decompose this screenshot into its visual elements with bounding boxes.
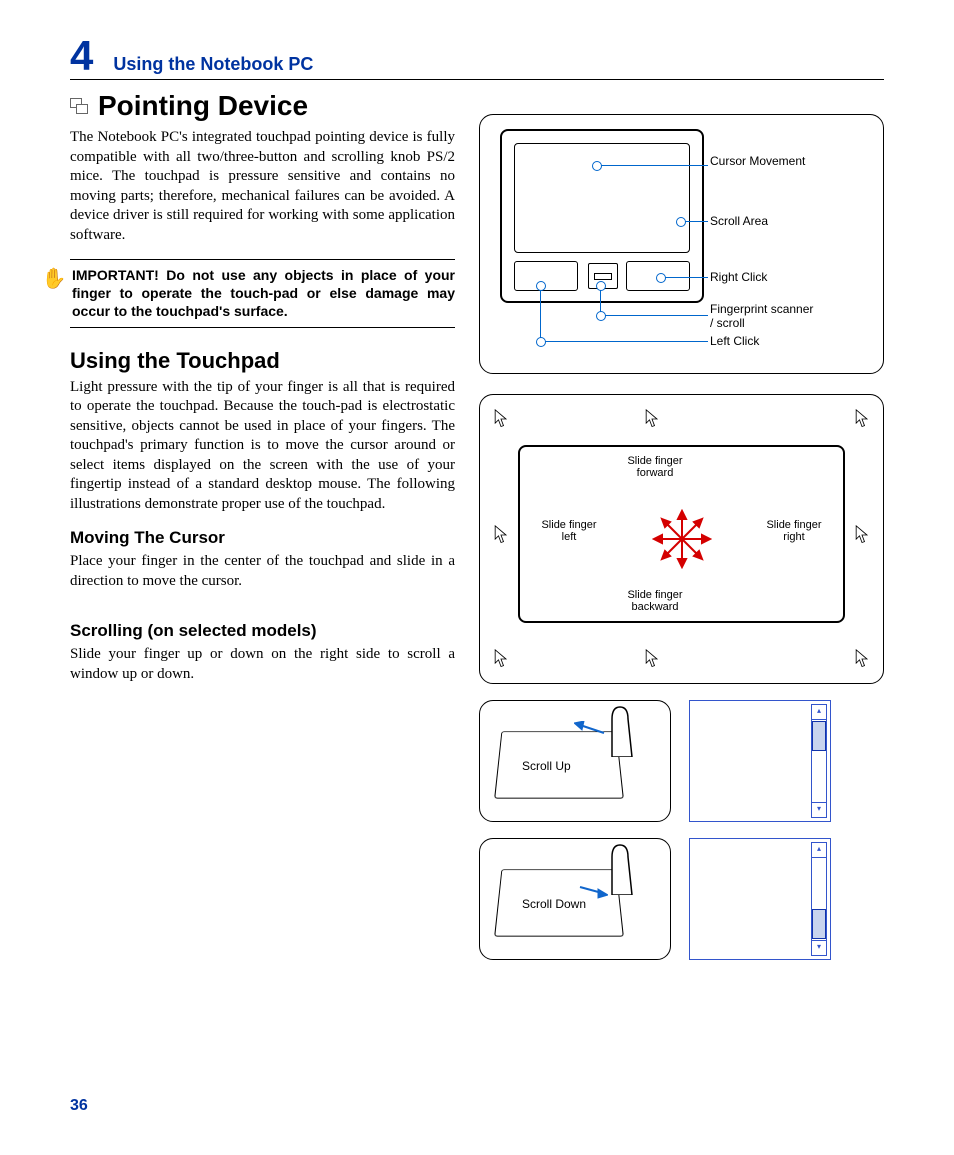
manual-page: 4 Using the Notebook PC Pointing Device … xyxy=(0,0,954,1155)
figure-column: Cursor Movement Scroll Area Right Click … xyxy=(479,86,884,960)
cursor-icon xyxy=(494,525,508,545)
callout-line xyxy=(540,341,708,342)
intro-paragraph: The Notebook PC's integrated touchpad po… xyxy=(70,128,455,245)
moving-cursor-body: Place your finger in the center of the t… xyxy=(70,552,455,591)
scroll-down-button: ▾ xyxy=(811,802,827,818)
label-right-click: Right Click xyxy=(710,271,820,285)
cursor-icon xyxy=(494,649,508,669)
direction-arrows-icon xyxy=(652,509,712,569)
scrollbar-thumb xyxy=(812,721,826,751)
moving-cursor-heading: Moving The Cursor xyxy=(70,528,455,548)
cursor-icon xyxy=(494,409,508,429)
scrolling-body: Slide your finger up or down on the righ… xyxy=(70,645,455,684)
label-scroll-down: Scroll Down xyxy=(522,897,586,911)
scrollbar-preview-down: ▴ ▾ xyxy=(689,838,831,960)
chapter-header: 4 Using the Notebook PC xyxy=(70,35,884,80)
touchpad-surface xyxy=(514,143,690,253)
callout-line xyxy=(596,165,708,166)
left-button xyxy=(514,261,578,291)
callout-line xyxy=(600,315,708,316)
using-touchpad-body: Light pressure with the tip of your fing… xyxy=(70,378,455,515)
callout-line xyxy=(660,277,708,278)
callout-line xyxy=(680,221,708,222)
label-forward: Slide finger forward xyxy=(620,455,690,479)
finger-icon xyxy=(602,701,642,757)
important-text: IMPORTANT! Do not use any objects in pla… xyxy=(72,266,455,321)
scrolling-heading: Scrolling (on selected models) xyxy=(70,621,455,641)
scrollbar-thumb xyxy=(812,909,826,939)
important-note: ✋ IMPORTANT! Do not use any objects in p… xyxy=(70,259,455,328)
touchpad-icon xyxy=(70,98,88,114)
touchpad-diagram: Cursor Movement Scroll Area Right Click … xyxy=(479,114,884,374)
label-left-click: Left Click xyxy=(710,335,820,349)
scrollbar-preview-up: ▴ ▾ xyxy=(689,700,831,822)
scroll-down-figure: Scroll Down xyxy=(479,838,671,960)
scroll-up-figure: Scroll Up xyxy=(479,700,671,822)
label-right: Slide finger right xyxy=(759,519,829,543)
hand-stop-icon: ✋ xyxy=(40,266,68,321)
using-touchpad-heading: Using the Touchpad xyxy=(70,348,455,374)
cursor-icon xyxy=(645,649,659,669)
movement-diagram: Slide finger forward Slide finger backwa… xyxy=(479,394,884,684)
cursor-icon xyxy=(855,525,869,545)
label-backward: Slide finger backward xyxy=(620,589,690,613)
callout-line xyxy=(540,285,541,341)
label-fingerprint: Fingerprint scanner / scroll xyxy=(710,303,820,331)
label-left: Slide finger left xyxy=(534,519,604,543)
arrow-up-icon xyxy=(574,721,608,737)
cursor-icon xyxy=(855,649,869,669)
section-heading: Pointing Device xyxy=(70,90,455,122)
label-cursor-movement: Cursor Movement xyxy=(710,155,820,169)
label-scroll-area: Scroll Area xyxy=(710,215,820,229)
chapter-title: Using the Notebook PC xyxy=(113,54,313,75)
chapter-number: 4 xyxy=(70,35,93,77)
cursor-icon xyxy=(645,409,659,429)
label-scroll-up: Scroll Up xyxy=(522,759,571,773)
cursor-icon xyxy=(855,409,869,429)
finger-icon xyxy=(602,839,642,895)
scroll-down-button: ▾ xyxy=(811,940,827,956)
text-column: Pointing Device The Notebook PC's integr… xyxy=(70,86,455,960)
section-title: Pointing Device xyxy=(98,90,308,122)
page-number: 36 xyxy=(70,1097,88,1115)
